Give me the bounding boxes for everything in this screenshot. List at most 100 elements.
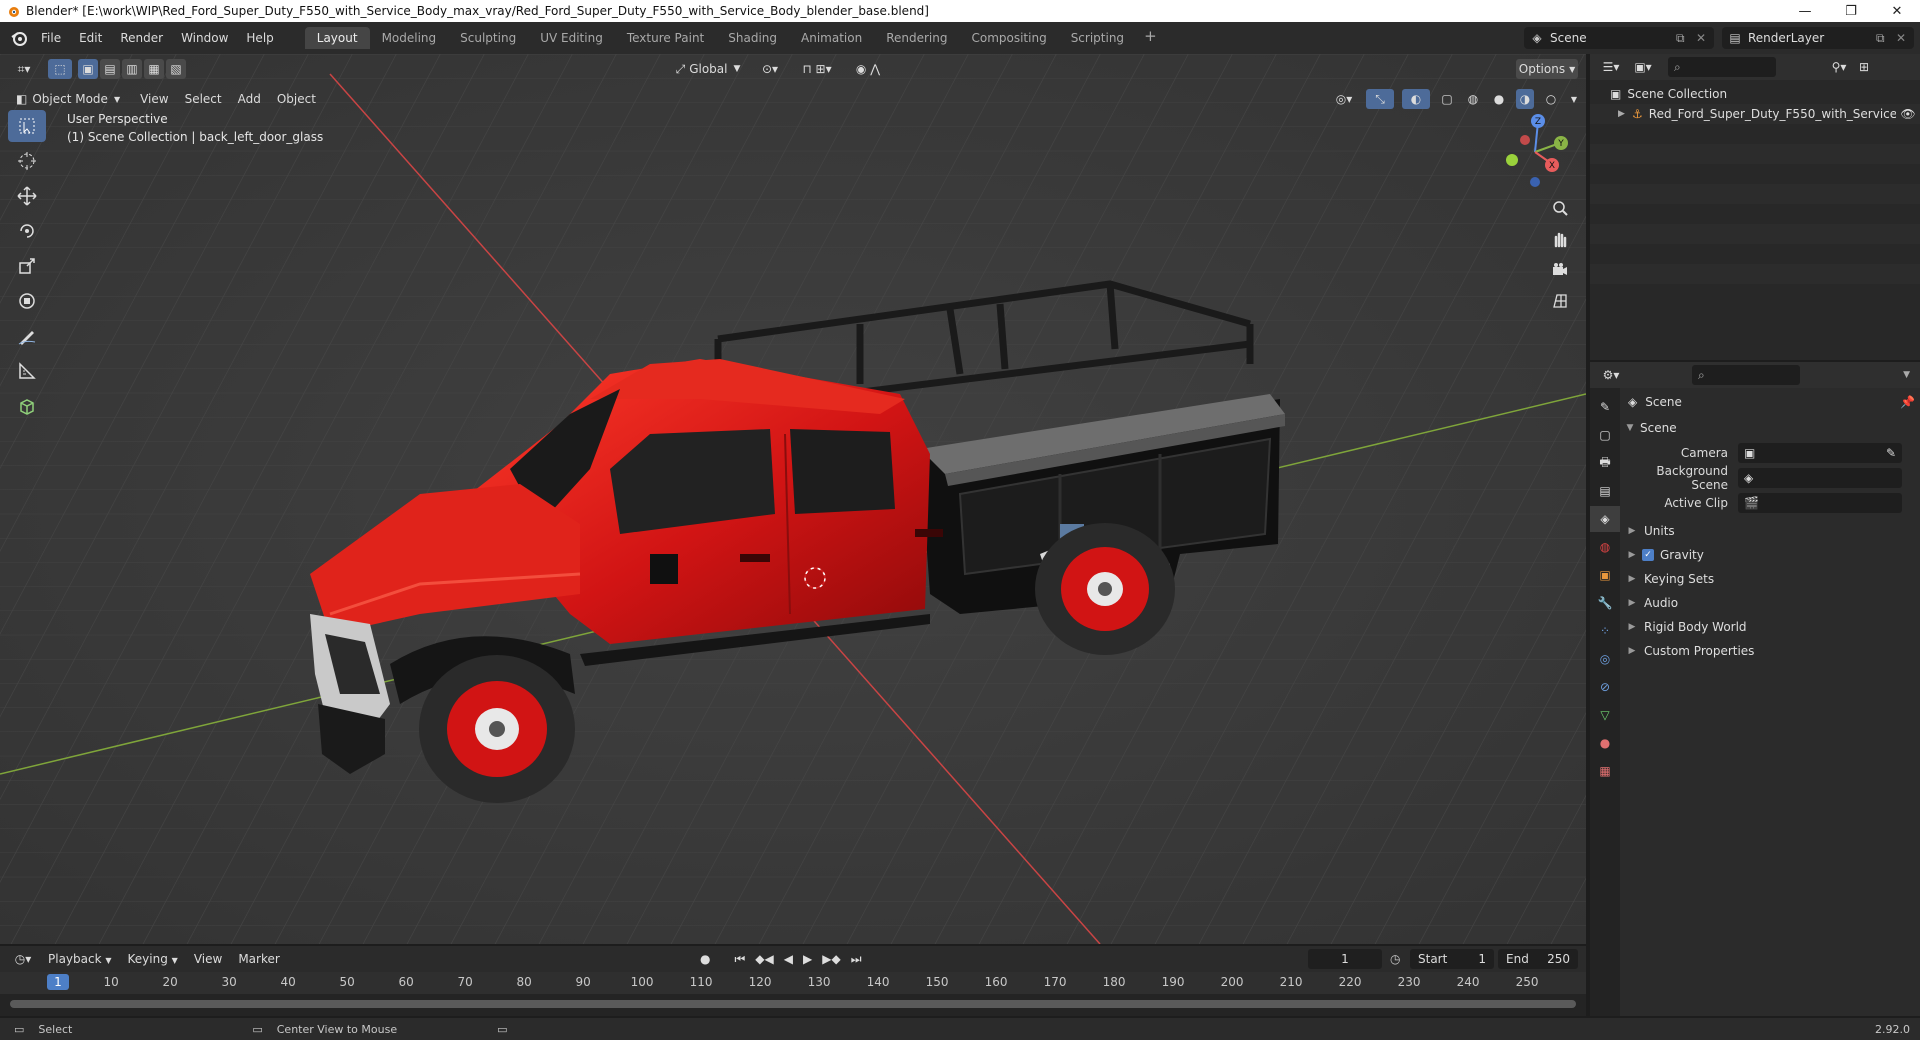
eyedropper-icon[interactable]: ✎ — [1886, 446, 1896, 460]
material-tab-icon[interactable]: ● — [1590, 730, 1620, 756]
zoom-icon[interactable] — [1546, 194, 1574, 222]
cursor-tool-icon[interactable] — [8, 145, 46, 177]
menu-marker[interactable]: Marker — [230, 952, 287, 966]
menu-edit[interactable]: Edit — [70, 26, 111, 50]
particles-tab-icon[interactable]: ⁘ — [1590, 618, 1620, 644]
select-extend-icon[interactable]: ▤ — [100, 59, 120, 79]
menu-select[interactable]: Select — [177, 92, 230, 106]
select-invert-icon[interactable]: ▦ — [144, 59, 164, 79]
units-section[interactable]: ▶ Units — [1620, 519, 1920, 543]
tab-texture-paint[interactable]: Texture Paint — [615, 27, 716, 49]
select-subtract-icon[interactable]: ▥ — [122, 59, 142, 79]
visibility-icon[interactable]: ◎▾ — [1330, 89, 1358, 109]
end-frame-field[interactable]: End 250 — [1498, 949, 1578, 969]
view-layer-tab-icon[interactable]: ▤ — [1590, 478, 1620, 504]
play-icon[interactable]: ▶ — [803, 952, 812, 966]
keying-sets-section[interactable]: ▶ Keying Sets — [1620, 567, 1920, 591]
timeline-editor-type-icon[interactable]: ◷▾ — [6, 949, 40, 969]
solid-shading-icon[interactable]: ● — [1490, 89, 1508, 109]
jump-start-icon[interactable]: ⏮ — [734, 952, 745, 967]
options-button[interactable]: Options ▼ — [1516, 59, 1578, 79]
transform-tool-icon[interactable] — [8, 285, 46, 317]
menu-playback[interactable]: Playback ▼ — [40, 952, 120, 966]
jump-end-icon[interactable]: ⏭ — [851, 952, 862, 967]
active-clip-field[interactable]: 🎬 — [1738, 492, 1902, 513]
play-reverse-icon[interactable]: ◀ — [784, 952, 793, 966]
gizmo-toggle-icon[interactable]: ⤡ — [1366, 89, 1394, 109]
rigid-body-world-section[interactable]: ▶ Rigid Body World — [1620, 615, 1920, 639]
outliner-row-scene-collection[interactable]: ▣ Scene Collection — [1590, 84, 1920, 104]
select-intersect-icon[interactable]: ▧ — [166, 59, 186, 79]
view-layer-selector[interactable]: ▤ RenderLayer ⧉ ✕ — [1722, 27, 1914, 49]
delete-scene-icon[interactable]: ✕ — [1696, 31, 1714, 45]
texture-tab-icon[interactable]: ▦ — [1590, 758, 1620, 784]
delete-view-layer-icon[interactable]: ✕ — [1896, 31, 1914, 45]
current-frame-field[interactable]: 1 — [1308, 949, 1382, 969]
select-new-icon[interactable]: ▣ — [78, 59, 98, 79]
tab-rendering[interactable]: Rendering — [874, 27, 959, 49]
3d-viewport[interactable]: ⌗▾ ⬚ ▣ ▤ ▥ ▦ ▧ ⤢ Global ▼ ⊙▾ ⊓ ⊞▾ ◉ ⋀ Op… — [0, 54, 1586, 944]
start-frame-field[interactable]: Start 1 — [1410, 949, 1494, 969]
add-workspace-button[interactable]: + — [1136, 27, 1165, 49]
navigation-gizmo[interactable]: Z Y X — [1490, 112, 1570, 192]
custom-properties-section[interactable]: ▶ Custom Properties — [1620, 639, 1920, 663]
properties-search-input[interactable]: ⌕ — [1692, 365, 1800, 385]
select-box-icon[interactable]: ⬚ — [48, 59, 72, 79]
current-frame-indicator[interactable]: 1 — [47, 974, 69, 990]
tab-uv-editing[interactable]: UV Editing — [528, 27, 615, 49]
scene-selector[interactable]: ◈ Scene ⧉ ✕ — [1524, 27, 1714, 49]
scene-panel-header[interactable]: ▼ Scene — [1620, 416, 1920, 440]
menu-window[interactable]: Window — [172, 26, 237, 50]
annotate-tool-icon[interactable] — [8, 320, 46, 352]
snap-icon[interactable]: ⊓ ⊞▾ — [792, 59, 842, 79]
pin-icon[interactable]: 📌 — [1900, 395, 1920, 409]
restore-button[interactable]: ❐ — [1828, 0, 1874, 22]
xray-icon[interactable]: ▢ — [1438, 89, 1456, 109]
rotate-tool-icon[interactable] — [8, 215, 46, 247]
tab-shading[interactable]: Shading — [716, 27, 789, 49]
menu-timeline-view[interactable]: View — [186, 952, 230, 966]
display-mode-icon[interactable]: ▣▾ — [1628, 57, 1658, 77]
output-tab-icon[interactable]: 🖶 — [1590, 450, 1620, 476]
tool-tab-icon[interactable]: ✎ — [1590, 394, 1620, 420]
object-tab-icon[interactable]: ▣ — [1590, 562, 1620, 588]
menu-add[interactable]: Add — [230, 92, 269, 106]
timeline-ruler[interactable]: 1 10 20 30 40 50 60 70 80 90 100 110 120 130 140 150 160… — [0, 972, 1586, 994]
properties-editor-type-icon[interactable]: ⚙▾ — [1594, 365, 1628, 385]
close-button[interactable]: ✕ — [1874, 0, 1920, 22]
outliner-search-input[interactable]: ⌕ — [1668, 57, 1776, 77]
background-scene-field[interactable]: ◈ — [1738, 467, 1902, 488]
material-shading-icon[interactable]: ◑ — [1516, 89, 1534, 109]
mode-dropdown[interactable]: ◧ Object Mode ▼ — [10, 89, 126, 109]
tab-modeling[interactable]: Modeling — [370, 27, 449, 49]
next-keyframe-icon[interactable]: ▶◆ — [822, 952, 840, 966]
menu-object[interactable]: Object — [269, 92, 324, 106]
pan-hand-icon[interactable] — [1546, 225, 1574, 253]
modifier-tab-icon[interactable]: 🔧 — [1590, 590, 1620, 616]
menu-help[interactable]: Help — [237, 26, 282, 50]
tab-sculpting[interactable]: Sculpting — [448, 27, 528, 49]
chevron-down-icon[interactable]: ▼ — [1903, 370, 1910, 380]
expand-arrow-icon[interactable]: ▶ — [1618, 109, 1632, 119]
audio-section[interactable]: ▶ Audio — [1620, 591, 1920, 615]
filter-icon[interactable]: ⚲▾ — [1824, 57, 1854, 77]
tab-scripting[interactable]: Scripting — [1059, 27, 1136, 49]
menu-file[interactable]: File — [32, 26, 70, 50]
scene-tab-icon[interactable]: ◈ — [1590, 506, 1620, 532]
new-scene-icon[interactable]: ⧉ — [1676, 31, 1696, 46]
overlay-toggle-icon[interactable]: ◐ — [1402, 89, 1430, 109]
scale-tool-icon[interactable] — [8, 250, 46, 282]
physics-tab-icon[interactable]: ◎ — [1590, 646, 1620, 672]
record-icon[interactable]: ● — [700, 952, 710, 966]
timeline-scrollbar[interactable] — [10, 1000, 1576, 1008]
menu-view[interactable]: View — [132, 92, 176, 106]
prev-keyframe-icon[interactable]: ◆◀ — [755, 952, 773, 966]
tab-compositing[interactable]: Compositing — [959, 27, 1058, 49]
constraints-tab-icon[interactable]: ⊘ — [1590, 674, 1620, 700]
gravity-checkbox[interactable]: ✓ — [1642, 549, 1654, 561]
data-tab-icon[interactable]: ▽ — [1590, 702, 1620, 728]
minimize-button[interactable]: — — [1782, 0, 1828, 22]
gravity-section[interactable]: ▶ ✓ Gravity — [1620, 543, 1920, 567]
tab-layout[interactable]: Layout — [304, 27, 370, 49]
new-view-layer-icon[interactable]: ⧉ — [1876, 31, 1896, 46]
